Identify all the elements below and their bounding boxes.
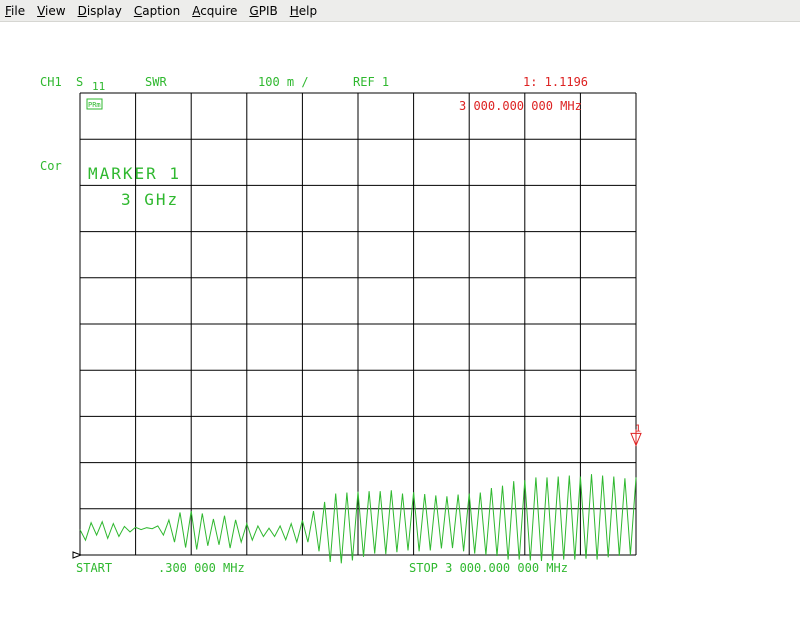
parameter-label: S <box>76 75 83 89</box>
menu-help[interactable]: Help <box>284 0 323 22</box>
format-label: SWR <box>145 75 167 89</box>
scale-label: 100 m / <box>258 75 309 89</box>
parameter-subscript: 11 <box>92 80 105 93</box>
menu-view[interactable]: View <box>31 0 71 22</box>
channel-label: CH1 <box>40 75 62 89</box>
correction-label: Cor <box>40 159 62 173</box>
menu-display[interactable]: Display <box>72 0 128 22</box>
analyzer-display: CH1 S 11 SWR 100 m / REF 1 1: 1.1196 3 0… <box>40 75 642 575</box>
marker-readout: 1: 1.1196 <box>523 75 588 89</box>
reference-label: REF 1 <box>353 75 389 89</box>
marker-annotation-title: MARKER 1 <box>88 164 181 183</box>
marker-number: 1 <box>635 423 641 434</box>
marker-annotation-frequency: 3 GHz <box>121 190 179 209</box>
menu-bar: File View Display Caption Acquire GPIB H… <box>0 0 800 22</box>
menu-acquire[interactable]: Acquire <box>186 0 243 22</box>
graticule <box>79 92 637 556</box>
marker-frequency-readout: 3 000.000 000 MHz <box>459 99 582 113</box>
menu-gpib[interactable]: GPIB <box>243 0 283 22</box>
marker-1[interactable]: 1 <box>630 423 642 447</box>
status-badge: PRm <box>88 101 101 109</box>
start-frequency: .300 000 MHz <box>158 561 245 575</box>
start-label: START <box>76 561 112 575</box>
stop-frequency: STOP 3 000.000 000 MHz <box>409 561 568 575</box>
menu-caption[interactable]: Caption <box>128 0 186 22</box>
menu-file[interactable]: File <box>0 0 31 22</box>
